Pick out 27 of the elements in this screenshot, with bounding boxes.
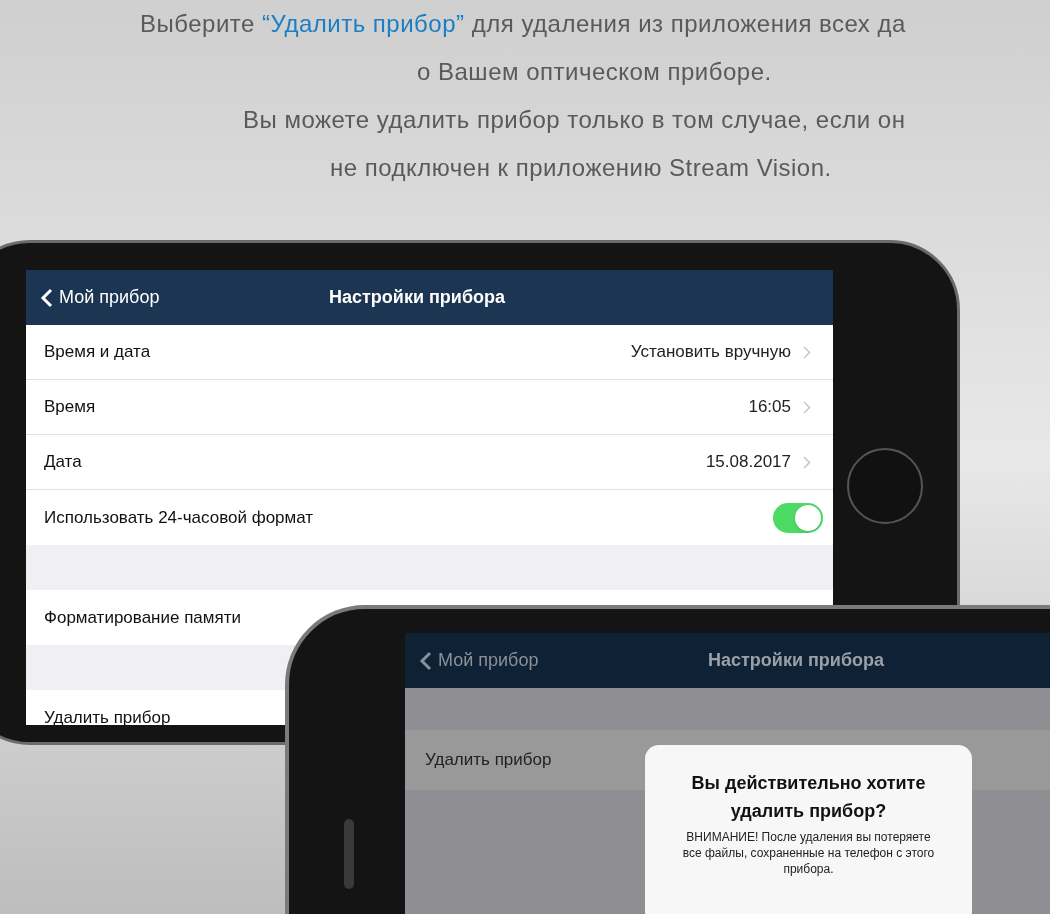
side-button[interactable]: [344, 819, 354, 889]
row-value: 15.08.2017: [705, 451, 791, 474]
back-icon: [40, 287, 53, 308]
chevron-icon: [803, 345, 811, 359]
back-button[interactable]: Мой прибор: [40, 284, 160, 311]
back-button[interactable]: Мой прибор: [419, 647, 539, 674]
dialog-message: ВНИМАНИЕ! После удаления вы потеряете все файлы, сохраненные на телефон с этого прибора.: [681, 829, 936, 877]
toggle-switch[interactable]: [773, 502, 823, 533]
row-label: Форматирование памяти: [44, 606, 242, 629]
row-value: Установить вручную: [630, 341, 791, 364]
row-label: Время и дата: [44, 341, 152, 364]
caption-text: Выберите “Удалить прибор” для удаления из приложения всех да: [140, 9, 907, 39]
back-icon: [419, 650, 432, 671]
chevron-icon: [803, 455, 811, 469]
row-label: Удалить прибор: [425, 749, 552, 772]
chevron-icon: [803, 400, 811, 414]
row-label: Использовать 24-часовой формат: [44, 506, 315, 529]
nav-title: Настройки прибора: [708, 649, 885, 672]
nav-title: Настройки прибора: [329, 286, 506, 309]
row-value: 16:05: [748, 396, 791, 419]
row-label: Дата: [44, 451, 83, 474]
highlighted-phrase: “Удалить прибор”: [262, 10, 465, 37]
caption-text: Вы можете удалить прибор только в том случае, если он: [243, 105, 907, 135]
caption-text: не подключен к приложению Stream Vision.: [330, 153, 833, 183]
caption-text: о Вашем оптическом приборе.: [417, 57, 773, 87]
dialog-title: Вы действительно хотите удалить прибор?: [690, 772, 927, 823]
row-label: Время: [44, 396, 97, 419]
